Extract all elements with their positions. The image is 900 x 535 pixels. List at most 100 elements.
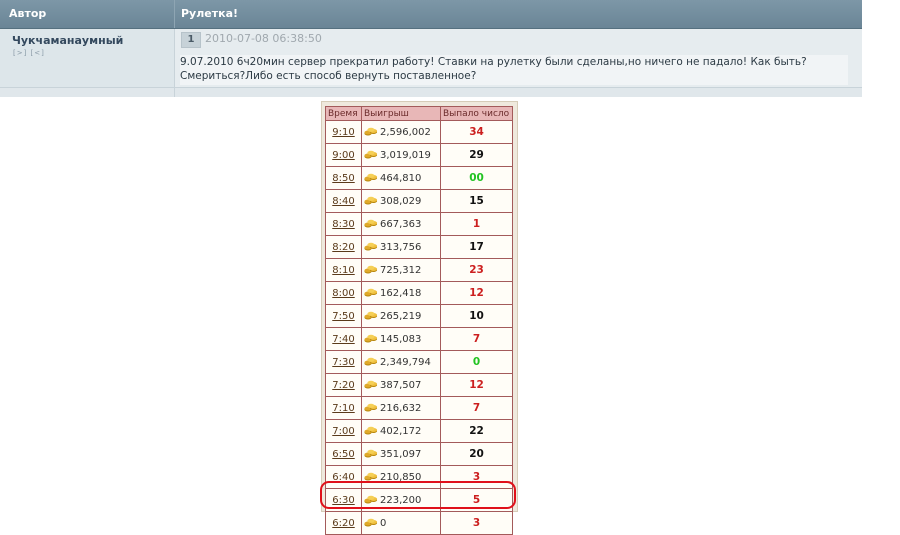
time-cell: 8:20 [325,235,362,259]
table-row: 7:20 387,507 12 [325,373,513,397]
time-link[interactable]: 8:10 [332,265,354,276]
table-row: 8:30 667,363 1 [325,212,513,236]
win-cell: 402,172 [361,419,441,443]
time-cell: 8:30 [325,212,362,236]
gold-coins-icon [364,426,380,437]
author-action-icons[interactable]: [>] [<] [13,49,45,57]
post-date: 2010-07-08 06:38:50 [205,32,322,45]
gold-coins-icon [364,196,380,207]
win-cell: 313,756 [361,235,441,259]
win-amount: 313,756 [380,241,422,253]
time-cell: 8:40 [325,189,362,213]
forum-header: Автор Рулетка! [0,0,862,29]
win-amount: 216,632 [380,402,422,414]
gold-coins-icon [364,518,380,529]
win-amount: 725,312 [380,264,422,276]
gold-coins-icon [364,449,380,460]
table-row: 7:50 265,219 10 [325,304,513,328]
gold-coins-icon [364,173,380,184]
time-link[interactable]: 7:20 [332,380,354,391]
win-amount: 387,507 [380,379,422,391]
gold-coins-icon [364,288,380,299]
time-link[interactable]: 7:00 [332,426,354,437]
time-link[interactable]: 9:00 [332,150,354,161]
result-number: 10 [440,304,513,328]
table-row: 8:20 313,756 17 [325,235,513,259]
result-number: 20 [440,442,513,466]
table-row: 7:10 216,632 7 [325,396,513,420]
roulette-history-panel: Время Выигрыш Выпало число 9:10 2,596,002… [321,101,518,535]
table-row: 7:00 402,172 22 [325,419,513,443]
table-row: 9:00 3,019,019 29 [325,143,513,167]
author-column-header: Автор [9,7,47,20]
time-cell: 7:10 [325,396,362,420]
result-number: 7 [440,396,513,420]
gold-coins-icon [364,150,380,161]
next-post-strip [0,87,862,97]
win-cell: 464,810 [361,166,441,190]
win-cell: 162,418 [361,281,441,305]
author-name-link[interactable]: Чукчаманаумный [12,34,123,47]
win-column-header: Выигрыш [361,106,441,121]
post-number-link[interactable]: 1 [181,32,201,48]
time-link[interactable]: 8:40 [332,196,354,207]
topic-title: Рулетка! [181,7,239,20]
win-cell: 351,097 [361,442,441,466]
result-number: 7 [440,327,513,351]
time-cell: 8:00 [325,281,362,305]
time-link[interactable]: 8:30 [332,219,354,230]
win-amount: 308,029 [380,195,422,207]
table-row: 7:30 2,349,794 0 [325,350,513,374]
gold-coins-icon [364,219,380,230]
next-post-divider [174,88,175,97]
win-cell: 265,219 [361,304,441,328]
win-amount: 3,019,019 [380,149,431,161]
time-link[interactable]: 8:50 [332,173,354,184]
time-column-header: Время [325,106,362,121]
win-cell: 308,029 [361,189,441,213]
time-link[interactable]: 8:00 [332,288,354,299]
win-amount: 0 [380,517,387,529]
win-amount: 265,219 [380,310,422,322]
result-number: 29 [440,143,513,167]
time-cell: 9:10 [325,120,362,144]
win-cell: 3,019,019 [361,143,441,167]
author-panel: Чукчаманаумный [>] [<] [0,29,175,87]
win-amount: 464,810 [380,172,422,184]
time-link[interactable]: 7:40 [332,334,354,345]
time-cell: 6:50 [325,442,362,466]
result-number: 34 [440,120,513,144]
time-cell: 7:40 [325,327,362,351]
table-row: 8:50 464,810 00 [325,166,513,190]
time-link[interactable]: 6:50 [332,449,354,460]
win-cell: 216,632 [361,396,441,420]
result-number: 15 [440,189,513,213]
gold-coins-icon [364,403,380,414]
gold-coins-icon [364,334,380,345]
time-link[interactable]: 7:50 [332,311,354,322]
win-amount: 2,596,002 [380,126,431,138]
time-link[interactable]: 6:20 [332,518,354,529]
table-row: 9:10 2,596,002 34 [325,120,513,144]
table-row: 8:00 162,418 12 [325,281,513,305]
win-amount: 145,083 [380,333,422,345]
win-amount: 162,418 [380,287,422,299]
time-link[interactable]: 8:20 [332,242,354,253]
win-cell: 667,363 [361,212,441,236]
time-link[interactable]: 7:10 [332,403,354,414]
table-row: 6:50 351,097 20 [325,442,513,466]
gold-coins-icon [364,265,380,276]
time-link[interactable]: 7:30 [332,357,354,368]
header-divider [174,0,175,28]
result-number: 23 [440,258,513,282]
post-text-line: Смериться?Либо есть способ вернуть поста… [180,70,477,82]
time-cell: 7:30 [325,350,362,374]
post-text-line: 9.07.2010 6ч20мин сервер прекратил работ… [180,56,807,68]
gold-coins-icon [364,311,380,322]
result-number: 1 [440,212,513,236]
time-link[interactable]: 9:10 [332,127,354,138]
post-body: 9.07.2010 6ч20мин сервер прекратил работ… [180,55,848,85]
result-number: 12 [440,373,513,397]
win-cell: 2,596,002 [361,120,441,144]
table-row: 7:40 145,083 7 [325,327,513,351]
